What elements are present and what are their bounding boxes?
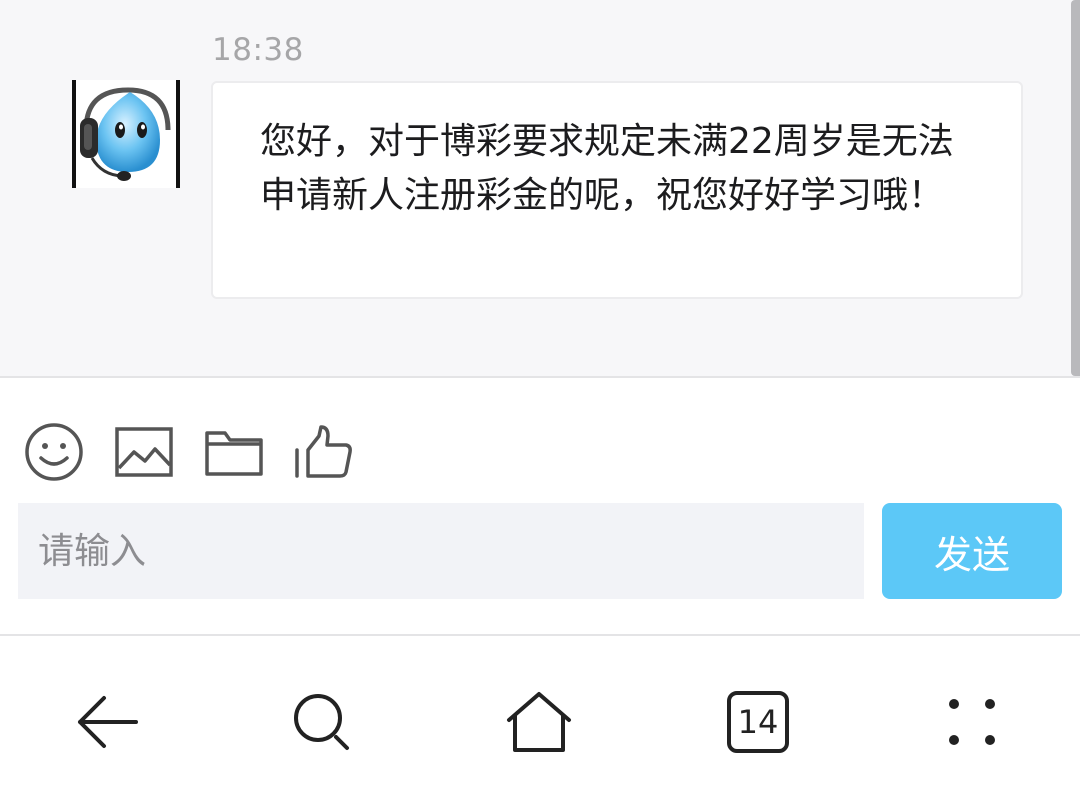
search-button[interactable]	[286, 686, 358, 758]
image-button[interactable]	[112, 420, 176, 484]
agent-avatar	[72, 80, 180, 188]
composer: 发送	[0, 500, 1080, 636]
tabs-button[interactable]: 14	[722, 686, 794, 758]
message-timestamp: 18:38	[212, 32, 304, 68]
send-button[interactable]: 发送	[882, 503, 1062, 599]
folder-icon	[205, 431, 263, 476]
back-arrow-icon	[78, 696, 138, 748]
menu-dots-icon	[949, 699, 995, 745]
home-button[interactable]	[503, 686, 575, 758]
file-button[interactable]	[202, 420, 266, 484]
emoji-icon	[25, 423, 83, 481]
message-text: 您好，对于博彩要求规定未满22周岁是无法申请新人注册彩金的呢，祝您好好学习哦！	[260, 121, 954, 216]
chat-page: 18:38 您好，对于博彩要求规定未满22周岁是无法申请新人注册彩金的呢，祝您好…	[0, 0, 1080, 803]
image-icon	[115, 427, 173, 477]
message-bubble: 您好，对于博彩要求规定未满22周岁是无法申请新人注册彩金的呢，祝您好好学习哦！	[211, 81, 1023, 299]
thumbs-up-icon	[295, 425, 352, 478]
back-button[interactable]	[72, 686, 144, 758]
chat-history[interactable]: 18:38 您好，对于博彩要求规定未满22周岁是无法申请新人注册彩金的呢，祝您好…	[0, 0, 1080, 378]
search-icon	[294, 694, 349, 750]
browser-nav-bar: 14	[0, 636, 1080, 803]
composer-toolbar	[0, 378, 1080, 500]
support-mascot-icon	[80, 87, 171, 181]
emoji-button[interactable]	[22, 420, 86, 484]
chat-scrollbar[interactable]	[1071, 0, 1080, 376]
message-input[interactable]	[18, 503, 864, 599]
menu-button[interactable]	[936, 686, 1008, 758]
like-button[interactable]	[292, 420, 356, 484]
home-icon	[507, 692, 571, 752]
tab-count: 14	[737, 703, 779, 741]
